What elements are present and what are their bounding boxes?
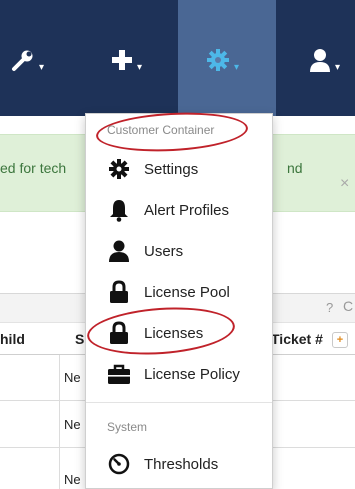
gear-icon [205, 47, 231, 78]
briefcase-icon [106, 361, 132, 387]
notice-text-left: ed for tech [0, 160, 67, 176]
table-cell-status: Ne [64, 472, 81, 487]
menu-item-thresholds[interactable]: Thresholds [90, 448, 268, 480]
menu-item-label: License Policy [144, 365, 240, 383]
menu-item-label: Thresholds [144, 455, 219, 473]
lock-icon [106, 279, 132, 305]
gear-icon [106, 156, 132, 182]
lock-icon [106, 320, 132, 346]
menu-item-licenses[interactable]: Licenses [90, 317, 268, 349]
menu-item-label: License Pool [144, 283, 230, 301]
column-header-ticket[interactable]: Ticket # [271, 331, 323, 347]
column-header-status[interactable]: S [75, 331, 84, 347]
notice-text-right: nd [287, 160, 303, 176]
bell-icon [106, 197, 132, 223]
user-icon [308, 47, 332, 78]
refresh-icon[interactable]: C [343, 298, 353, 314]
settings-menu-button[interactable]: ▾ [205, 48, 239, 76]
menu-item-license-policy[interactable]: License Policy [90, 358, 268, 390]
menu-item-label: Alert Profiles [144, 201, 230, 219]
add-column-button[interactable]: + [332, 332, 348, 348]
table-cell-status: Ne [64, 417, 81, 432]
menu-item-label: Users [144, 242, 184, 260]
menu-item-label: Licenses [144, 324, 204, 342]
help-icon[interactable]: ? [326, 300, 333, 315]
menu-section-header: Customer Container [107, 123, 215, 137]
wrench-icon [10, 47, 36, 78]
menu-item-label: Settings [144, 160, 199, 178]
table-cell-status: Ne [64, 370, 81, 385]
add-menu-button[interactable]: ▾ [110, 48, 142, 76]
menu-item-users[interactable]: Users [90, 235, 268, 267]
menu-item-settings[interactable]: Settings [90, 153, 268, 185]
user-icon [106, 238, 132, 264]
menu-section-header: System [107, 420, 148, 434]
menu-item-license-pool[interactable]: License Pool [90, 276, 268, 308]
menu-item-alert-profiles[interactable]: Alert Profiles [90, 194, 268, 226]
chevron-down-icon: ▾ [234, 61, 240, 73]
user-menu-button[interactable]: ▾ [308, 48, 340, 76]
column-header-child[interactable]: hild [0, 331, 25, 347]
column-divider [59, 355, 60, 489]
chevron-down-icon: ▾ [39, 61, 45, 73]
close-icon[interactable]: × [340, 175, 349, 193]
tools-menu-button[interactable]: ▾ [10, 48, 44, 76]
gauge-icon [106, 451, 132, 477]
chevron-down-icon: ▾ [335, 61, 341, 73]
chevron-down-icon: ▾ [137, 61, 143, 73]
menu-divider [86, 402, 272, 403]
plus-icon [110, 48, 134, 77]
